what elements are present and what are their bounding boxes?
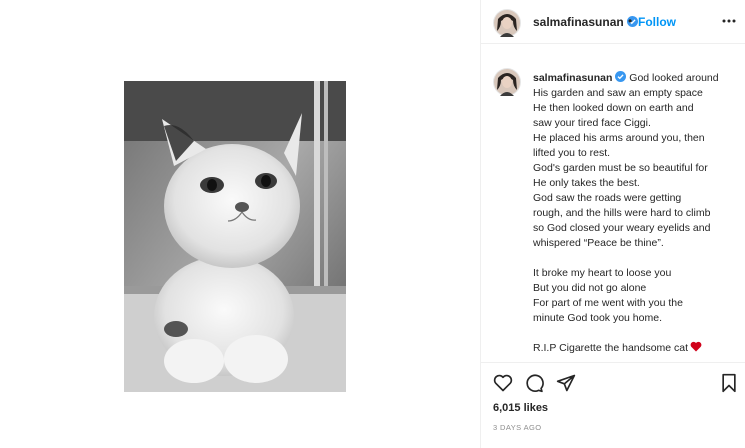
caption-paragraph-gap xyxy=(533,251,743,266)
post-caption: salmafinasunan God looked around His gar… xyxy=(481,60,745,360)
caption-line: He placed his arms around you, then xyxy=(533,132,705,144)
caption-line: He then looked down on earth and xyxy=(533,102,694,114)
avatar[interactable] xyxy=(493,9,521,37)
media-pane xyxy=(0,0,480,448)
verified-badge-icon xyxy=(615,71,627,82)
follow-button[interactable]: Follow xyxy=(638,15,676,29)
caption-username[interactable]: salmafinasunan xyxy=(533,72,612,84)
caption-line: It broke my heart to loose you xyxy=(533,267,672,279)
caption-line: For part of me went with you the xyxy=(533,297,683,309)
separator-dot: • xyxy=(628,14,633,28)
caption-line: His garden and saw an empty space xyxy=(533,87,703,99)
caption-line: lifted you to rest. xyxy=(533,147,611,159)
caption-line: God saw the roads were getting xyxy=(533,192,682,204)
cat-photo-image xyxy=(124,81,346,392)
caption-line: whispered “Peace be thine”. xyxy=(533,237,664,249)
caption-line: so God closed your weary eyelids and xyxy=(533,222,711,234)
more-options-icon[interactable] xyxy=(721,15,737,27)
post-photo[interactable] xyxy=(124,81,346,392)
post-timestamp[interactable]: 3 DAYS AGO xyxy=(493,423,541,432)
comment-bubble-icon[interactable] xyxy=(524,373,544,393)
caption-line: He only takes the best. xyxy=(533,177,640,189)
red-heart-emoji-icon xyxy=(690,341,702,352)
username-link[interactable]: salmafinasunan xyxy=(533,15,638,29)
likes-count[interactable]: 6,015 likes xyxy=(493,402,548,414)
post-actions: 6,015 likes 3 DAYS AGO xyxy=(481,362,745,448)
caption-line: minute God took you home. xyxy=(533,312,662,324)
bookmark-outline-icon[interactable] xyxy=(719,373,739,393)
post-sidebar: salmafinasunan • Follow salmafinasunan G… xyxy=(480,0,745,448)
caption-line: salmafinasunan God looked around xyxy=(533,71,719,84)
post-header: salmafinasunan • Follow xyxy=(481,0,745,44)
caption-avatar[interactable] xyxy=(493,68,521,96)
caption-line: God's garden must be so beautiful for xyxy=(533,162,708,174)
caption-line: saw your tired face Ciggi. xyxy=(533,117,651,129)
caption-line: rough, and the hills were hard to climb xyxy=(533,207,711,219)
caption-line: R.I.P Cigarette the handsome cat xyxy=(533,341,743,356)
caption-paragraph-gap xyxy=(533,326,743,341)
heart-outline-icon[interactable] xyxy=(493,373,513,393)
caption-line: But you did not go alone xyxy=(533,282,647,294)
caption-text: salmafinasunan God looked around His gar… xyxy=(533,71,743,356)
paper-plane-icon[interactable] xyxy=(556,373,576,393)
